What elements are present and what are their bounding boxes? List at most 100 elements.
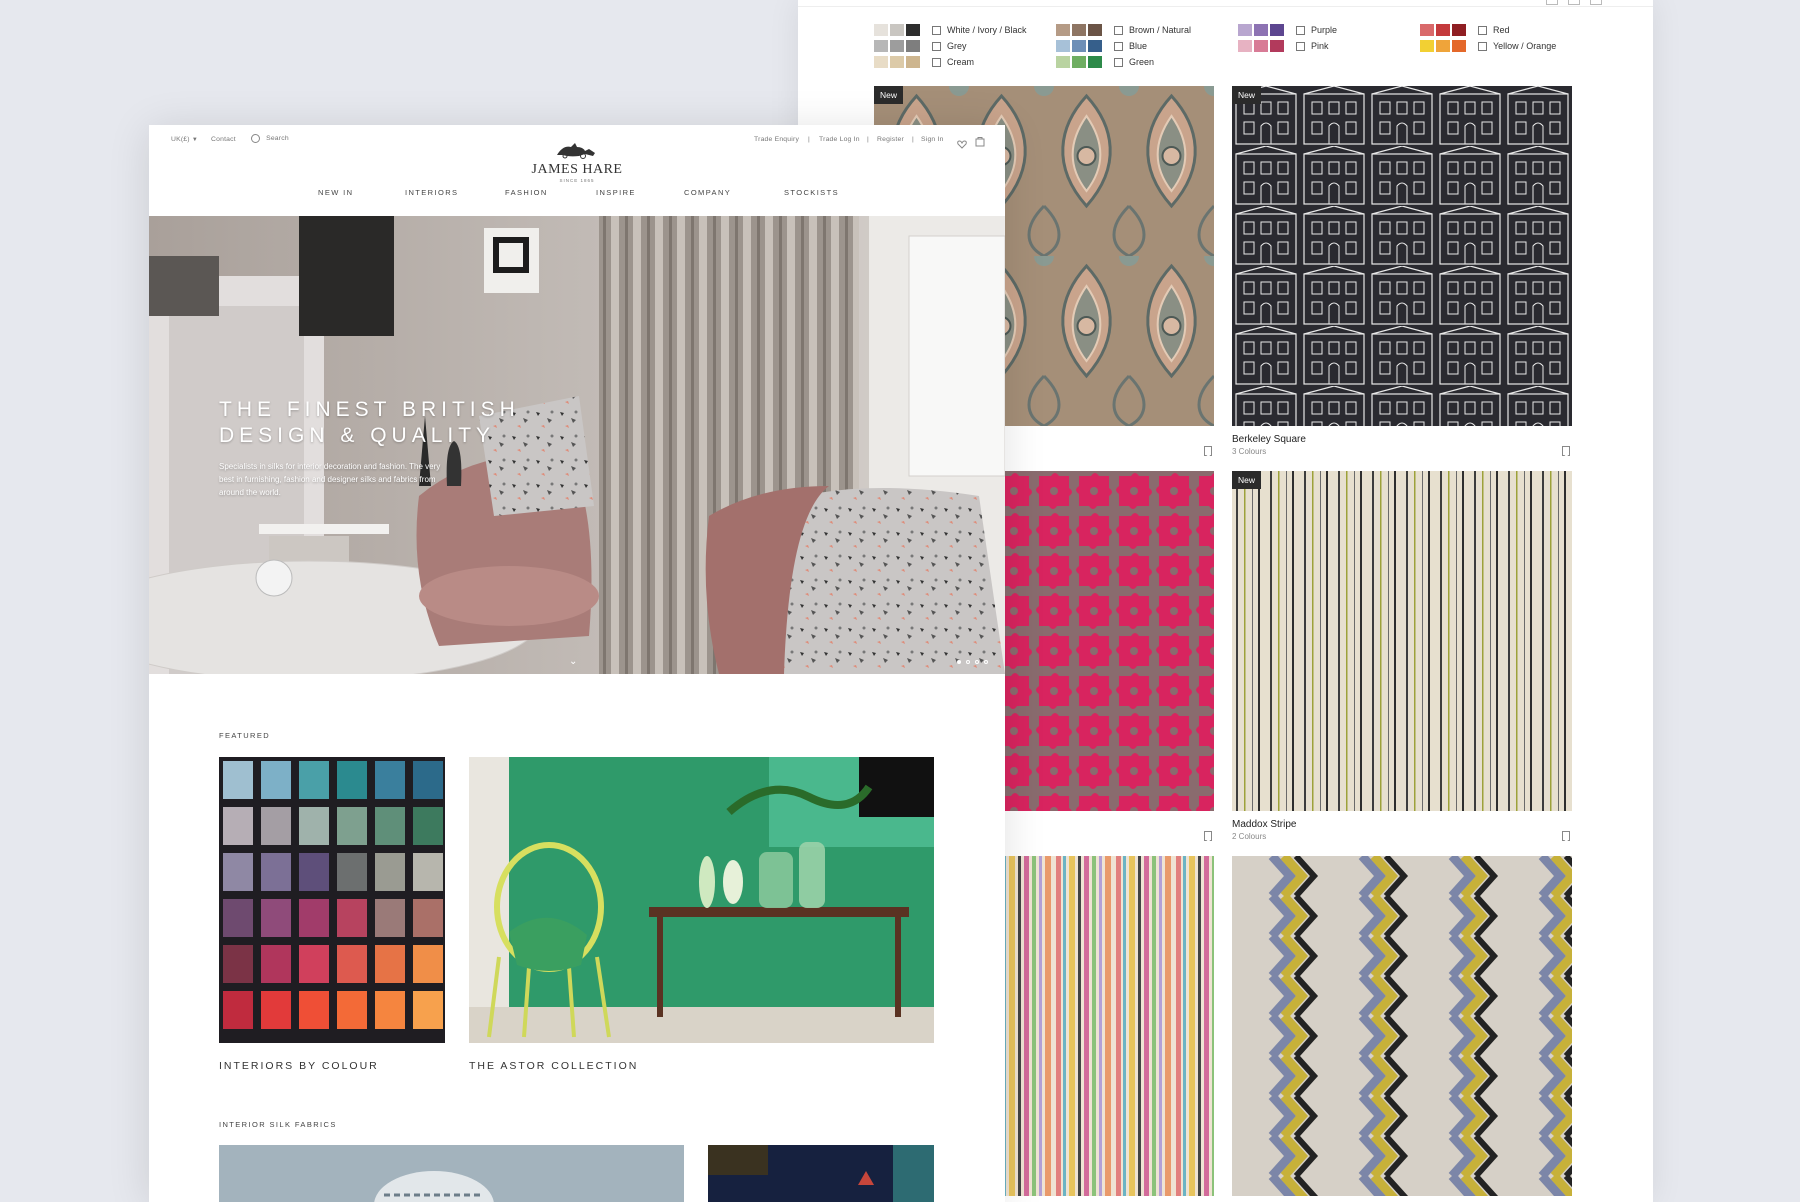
filter-option[interactable]: Green xyxy=(1056,54,1191,70)
featured-caption[interactable]: THE ASTOR COLLECTION xyxy=(469,1060,638,1072)
grid-view-icon[interactable] xyxy=(1546,0,1558,5)
featured-card-image[interactable] xyxy=(469,757,934,1043)
filter-checkbox[interactable] xyxy=(932,25,941,35)
bookmark-icon[interactable] xyxy=(1204,446,1212,456)
silk-card-image[interactable] xyxy=(708,1145,934,1202)
bookmark-icon[interactable] xyxy=(1204,831,1212,841)
new-badge: New xyxy=(874,86,904,104)
home-page: UK(£) ▼ Contact Search Trade Enquiry | T… xyxy=(149,125,1005,1202)
product-card[interactable]: New Berkeley Square 3 Colours xyxy=(1232,86,1572,462)
filter-checkbox[interactable] xyxy=(932,41,941,51)
nav-item-stockists[interactable]: STOCKISTS xyxy=(784,188,839,197)
nav-item-fashion[interactable]: FASHION xyxy=(505,188,548,197)
filter-option[interactable]: Yellow / Orange xyxy=(1420,38,1556,54)
horse-carriage-logo-icon xyxy=(557,143,595,159)
register-link[interactable]: Register xyxy=(877,136,904,143)
astor-collection-image xyxy=(469,757,934,1043)
colour-swatch-set xyxy=(1420,24,1468,36)
filter-label: Cream xyxy=(947,57,975,67)
filter-label: White / Ivory / Black xyxy=(947,25,1027,35)
filter-option[interactable]: Cream xyxy=(874,54,1027,70)
filter-option[interactable]: Purple xyxy=(1238,22,1337,38)
logo[interactable]: JAMES HARE SINCE 1865 xyxy=(527,139,627,183)
catalogue-top-bar xyxy=(798,0,1653,7)
colour-swatch xyxy=(874,56,888,68)
colour-swatch xyxy=(1452,24,1466,36)
currency-selector[interactable]: UK(£) ▼ xyxy=(171,136,198,143)
chevron-down-icon[interactable]: ⌄ xyxy=(569,656,577,667)
featured-caption[interactable]: INTERIORS BY COLOUR xyxy=(219,1060,379,1072)
hero-title-line: THE FINEST BRITISH xyxy=(219,398,520,421)
filter-column: Purple Pink xyxy=(1238,22,1337,54)
hero-subtitle: Specialists in silks for interior decora… xyxy=(219,462,441,497)
carousel-dot[interactable] xyxy=(966,660,970,664)
product-colours: 3 Colours xyxy=(1232,447,1267,456)
search-control[interactable]: Search xyxy=(251,134,289,143)
filter-option[interactable]: Grey xyxy=(874,38,1027,54)
townhouse-fabric-image xyxy=(1232,86,1572,426)
filter-option[interactable]: Pink xyxy=(1238,38,1337,54)
colour-swatch xyxy=(890,40,904,52)
list-view-icon[interactable] xyxy=(1568,0,1580,5)
filter-option[interactable]: White / Ivory / Black xyxy=(874,22,1027,38)
filter-checkbox[interactable] xyxy=(1296,25,1305,35)
fabric-swatches-image xyxy=(219,757,445,1043)
silk-card-image[interactable] xyxy=(219,1145,684,1202)
product-name[interactable]: Maddox Stripe xyxy=(1232,819,1296,830)
colour-swatch xyxy=(1254,24,1268,36)
colour-swatch xyxy=(874,24,888,36)
search-icon xyxy=(251,134,260,143)
colour-swatch xyxy=(1270,40,1284,52)
filter-label: Green xyxy=(1129,57,1155,67)
product-name[interactable]: Berkeley Square xyxy=(1232,434,1306,445)
filter-option[interactable]: Red xyxy=(1420,22,1556,38)
colour-swatch xyxy=(1088,24,1102,36)
trade-login-link[interactable]: Trade Log In xyxy=(819,136,860,143)
product-card[interactable]: New Maddox Stripe 2 Colours xyxy=(1232,471,1572,847)
colour-swatch xyxy=(1088,56,1102,68)
nav-item-new-in[interactable]: NEW IN xyxy=(318,188,353,197)
carousel-dot[interactable] xyxy=(975,660,979,664)
filter-option[interactable]: Brown / Natural xyxy=(1056,22,1191,38)
filter-checkbox[interactable] xyxy=(1296,41,1305,51)
filter-column: Red Yellow / Orange xyxy=(1420,22,1556,54)
filter-checkbox[interactable] xyxy=(932,57,941,67)
filter-checkbox[interactable] xyxy=(1478,41,1487,51)
currency-label: UK(£) xyxy=(171,136,190,143)
sign-in-link[interactable]: Sign In xyxy=(921,136,944,143)
bookmark-icon[interactable] xyxy=(1562,446,1570,456)
carousel-dots[interactable] xyxy=(957,660,988,664)
product-image[interactable] xyxy=(1232,86,1572,426)
filter-checkbox[interactable] xyxy=(1114,25,1123,35)
colour-swatch xyxy=(1238,40,1252,52)
new-badge: New xyxy=(1232,471,1262,489)
filter-label: Yellow / Orange xyxy=(1493,41,1557,51)
carousel-dot[interactable] xyxy=(984,660,988,664)
filter-label: Pink xyxy=(1311,41,1329,51)
large-view-icon[interactable] xyxy=(1590,0,1602,5)
product-colours: 2 Colours xyxy=(1232,832,1267,841)
hero-banner[interactable]: THE FINEST BRITISH DESIGN & QUALITY Spec… xyxy=(149,216,1005,674)
filter-checkbox[interactable] xyxy=(1114,41,1123,51)
carousel-dot-active[interactable] xyxy=(957,660,961,664)
filter-option[interactable]: Blue xyxy=(1056,38,1191,54)
colour-swatch xyxy=(1238,24,1252,36)
featured-card-image[interactable] xyxy=(219,757,445,1043)
product-image[interactable] xyxy=(1232,856,1572,1196)
bag-icon[interactable] xyxy=(975,134,985,152)
nav-item-inspire[interactable]: INSPIRE xyxy=(596,188,636,197)
hero-title-line: DESIGN & QUALITY xyxy=(219,424,496,447)
dark-room-image xyxy=(708,1145,934,1202)
trade-enquiry-link[interactable]: Trade Enquiry xyxy=(754,136,799,143)
nav-item-interiors[interactable]: INTERIORS xyxy=(405,188,458,197)
product-card[interactable] xyxy=(1232,856,1572,1196)
filter-checkbox[interactable] xyxy=(1114,57,1123,67)
colour-swatch-set xyxy=(874,24,922,36)
bookmark-icon[interactable] xyxy=(1562,831,1570,841)
product-image[interactable] xyxy=(1232,471,1572,811)
contact-link[interactable]: Contact xyxy=(211,136,236,143)
filter-checkbox[interactable] xyxy=(1478,25,1487,35)
colour-swatch xyxy=(1436,40,1450,52)
heart-icon[interactable] xyxy=(957,136,967,154)
nav-item-company[interactable]: COMPANY xyxy=(684,188,731,197)
